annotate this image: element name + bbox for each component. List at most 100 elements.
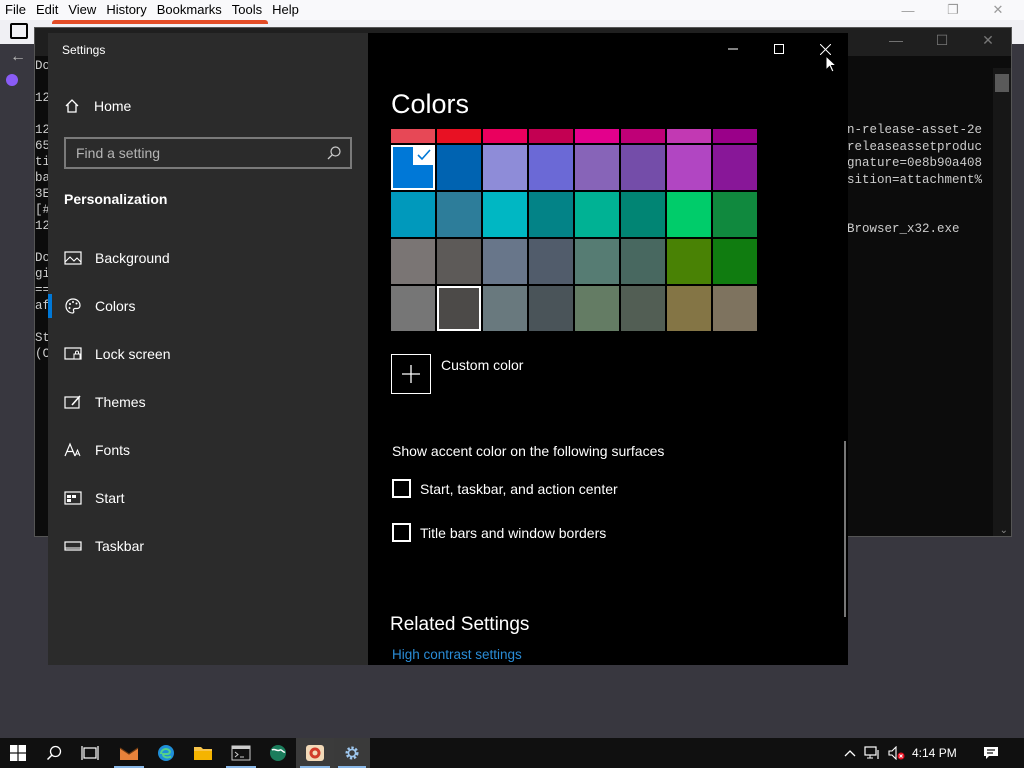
plus-icon[interactable] — [391, 354, 431, 394]
color-swatch[interactable] — [575, 145, 619, 190]
color-swatch[interactable] — [483, 239, 527, 284]
high-contrast-link[interactable]: High contrast settings — [392, 647, 522, 662]
checkbox-box[interactable] — [392, 523, 411, 542]
console-line: 12 — [35, 123, 51, 137]
taskbar-app-edge[interactable] — [148, 738, 184, 768]
scroll-down-arrow-icon[interactable]: ⌄ — [1000, 525, 1008, 536]
color-swatch[interactable] — [621, 239, 665, 284]
nav-item-themes[interactable]: Themes — [48, 378, 368, 426]
menu-file[interactable]: File — [0, 0, 31, 20]
content-scrollbar[interactable] — [844, 441, 846, 617]
console-maximize-button[interactable]: ☐ — [919, 32, 965, 49]
color-swatch[interactable] — [575, 192, 619, 237]
start-button[interactable] — [0, 738, 36, 768]
color-swatch[interactable] — [575, 239, 619, 284]
firefox-minimize-button[interactable]: — — [885, 0, 931, 20]
action-center-button[interactable] — [976, 738, 1006, 768]
console-scrollbar[interactable]: ⌄ — [993, 68, 1011, 536]
color-swatch[interactable] — [667, 286, 711, 331]
color-swatch[interactable] — [437, 129, 481, 143]
menu-help[interactable]: Help — [267, 0, 304, 20]
checkbox-box[interactable] — [392, 479, 411, 498]
task-view-button[interactable] — [72, 738, 108, 768]
taskbar-app-console[interactable] — [222, 738, 260, 768]
color-swatch[interactable] — [529, 192, 573, 237]
color-swatch[interactable] — [391, 192, 435, 237]
maximize-button[interactable] — [756, 37, 802, 61]
color-swatch[interactable] — [621, 145, 665, 190]
console-line: 3E — [35, 187, 51, 201]
nav-item-start[interactable]: Start — [48, 474, 368, 522]
color-swatch[interactable] — [529, 129, 573, 143]
search-icon[interactable] — [326, 145, 342, 161]
color-swatch[interactable] — [667, 145, 711, 190]
nav-item-colors[interactable]: Colors — [48, 282, 368, 330]
color-swatch[interactable] — [621, 192, 665, 237]
color-swatch[interactable] — [529, 239, 573, 284]
color-swatch[interactable] — [391, 286, 435, 331]
color-swatch[interactable] — [437, 145, 481, 190]
nav-item-taskbar[interactable]: Taskbar — [48, 522, 368, 570]
tray-clock[interactable]: 4:14 PM — [912, 746, 957, 760]
title-bars-checkbox[interactable]: Title bars and window borders — [392, 523, 606, 542]
color-swatch[interactable] — [391, 145, 435, 190]
color-swatch[interactable] — [713, 239, 757, 284]
console-minimize-button[interactable]: — — [873, 32, 919, 48]
taskbar-app-settings[interactable] — [334, 738, 370, 768]
taskbar-app-explorer[interactable] — [184, 738, 222, 768]
color-swatch[interactable] — [391, 239, 435, 284]
nav-home[interactable]: Home — [64, 95, 131, 117]
color-swatch[interactable] — [437, 286, 481, 331]
show-hidden-icons-button[interactable] — [840, 738, 860, 768]
color-swatch[interactable] — [713, 286, 757, 331]
color-swatch[interactable] — [713, 145, 757, 190]
nav-item-fonts[interactable]: Fonts — [48, 426, 368, 474]
console-scroll-thumb[interactable] — [995, 74, 1009, 92]
console-close-button[interactable]: ✕ — [965, 32, 1011, 49]
color-swatch[interactable] — [667, 239, 711, 284]
minimize-button[interactable] — [710, 37, 756, 61]
color-swatch[interactable] — [621, 129, 665, 143]
taskbar-search-button[interactable] — [36, 738, 72, 768]
color-swatch[interactable] — [713, 129, 757, 143]
taskbar-app-mail[interactable] — [110, 738, 148, 768]
menu-history[interactable]: History — [101, 0, 151, 20]
back-arrow-icon[interactable]: ← — [10, 48, 26, 66]
color-swatch[interactable] — [667, 192, 711, 237]
start-taskbar-checkbox[interactable]: Start, taskbar, and action center — [392, 479, 618, 498]
nav-item-lock-screen[interactable]: Lock screen — [48, 330, 368, 378]
network-tray-button[interactable] — [862, 738, 884, 768]
color-swatch[interactable] — [713, 192, 757, 237]
console-line: ti — [35, 155, 51, 169]
console-text-left: Do 12 12 65 ti ba 3E [# 12 Do gi == af St (C — [35, 58, 51, 362]
color-swatch[interactable] — [483, 145, 527, 190]
color-swatch[interactable] — [575, 286, 619, 331]
taskbar-app-globe[interactable] — [260, 738, 296, 768]
color-swatch[interactable] — [437, 239, 481, 284]
menu-view[interactable]: View — [63, 0, 101, 20]
extension-icon[interactable] — [6, 74, 18, 86]
color-swatch[interactable] — [667, 129, 711, 143]
color-swatch[interactable] — [391, 129, 435, 143]
color-swatch[interactable] — [621, 286, 665, 331]
menu-tools[interactable]: Tools — [227, 0, 267, 20]
color-swatch[interactable] — [483, 286, 527, 331]
firefox-close-button[interactable]: ✕ — [975, 0, 1021, 20]
menu-bookmarks[interactable]: Bookmarks — [152, 0, 227, 20]
search-box[interactable] — [64, 137, 352, 169]
custom-color-button[interactable]: Custom color — [391, 354, 523, 394]
color-swatch[interactable] — [437, 192, 481, 237]
firefox-restore-button[interactable]: ❐ — [930, 0, 976, 20]
tab-overview-icon[interactable] — [10, 23, 28, 39]
color-swatch[interactable] — [529, 145, 573, 190]
taskbar-app-browser[interactable] — [296, 738, 334, 768]
menu-edit[interactable]: Edit — [31, 0, 63, 20]
color-swatch[interactable] — [483, 192, 527, 237]
color-swatch[interactable] — [483, 129, 527, 143]
nav-item-background[interactable]: Background — [48, 234, 368, 282]
accent-surfaces-label: Show accent color on the following surfa… — [392, 443, 665, 459]
volume-tray-button[interactable] — [886, 738, 908, 768]
color-swatch[interactable] — [575, 129, 619, 143]
search-input[interactable] — [76, 145, 316, 161]
color-swatch[interactable] — [529, 286, 573, 331]
